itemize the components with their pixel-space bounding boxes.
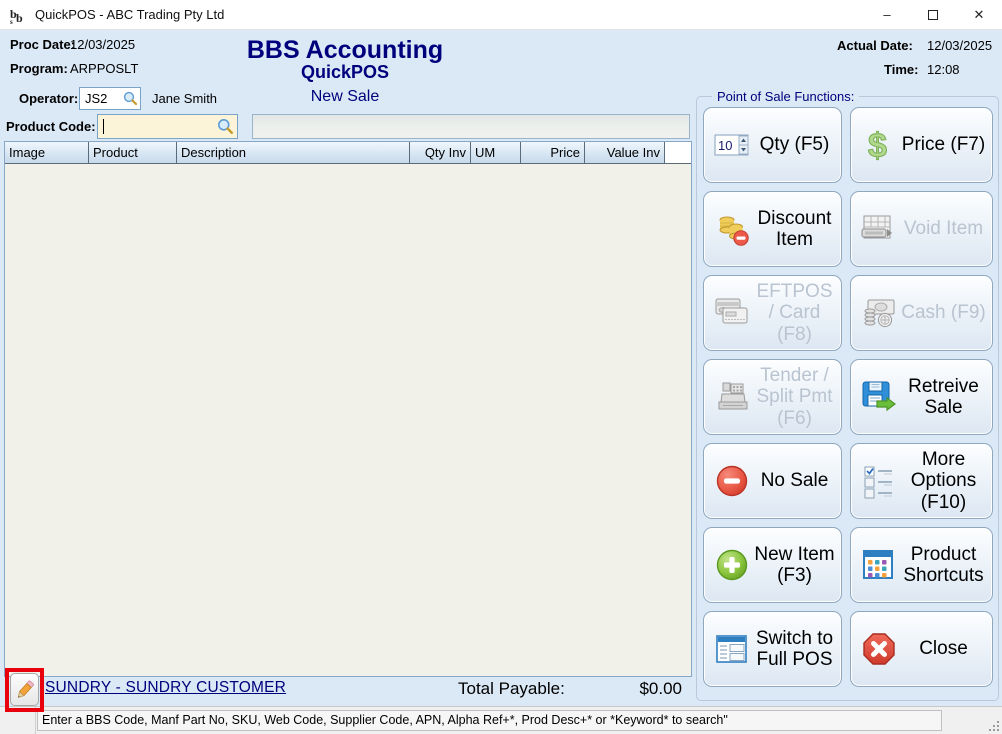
footer-bar: SUNDRY - SUNDRY CUSTOMER Total Payable: … [4, 677, 692, 707]
search-icon[interactable] [217, 118, 234, 135]
column-header-product[interactable]: Product [89, 142, 177, 163]
window-layout-icon [712, 633, 752, 665]
operator-input[interactable]: JS2 [79, 87, 141, 110]
column-header-description[interactable]: Description [177, 142, 410, 163]
maximize-icon [928, 10, 938, 20]
svg-text:b: b [16, 11, 23, 25]
window-titlebar: b b s QuickPOS - ABC Trading Pty Ltd – ✕ [0, 0, 1002, 30]
column-header-filler [665, 142, 691, 163]
product-shortcuts-button[interactable]: Product Shortcuts [850, 527, 993, 603]
status-panel-left [0, 707, 36, 734]
cash-button[interactable]: Cash (F9) [850, 275, 993, 351]
close-button[interactable]: Close [850, 611, 993, 687]
coins-discount-icon [712, 211, 752, 247]
cash-icon [859, 296, 899, 330]
column-header-value-inv[interactable]: Value Inv [585, 142, 665, 163]
status-bar: Enter a BBS Code, Manf Part No, SKU, Web… [0, 706, 1002, 734]
product-code-input[interactable] [97, 114, 238, 139]
svg-text:s: s [10, 18, 13, 25]
void-item-button[interactable]: Void Item [850, 191, 993, 267]
close-window-button[interactable]: ✕ [956, 0, 1002, 29]
switch-full-pos-button[interactable]: Switch to Full POS [703, 611, 842, 687]
card-icon [712, 296, 752, 330]
actual-date-value: 12/03/2025 [927, 38, 992, 53]
register-icon [712, 380, 752, 414]
no-entry-icon [712, 463, 752, 499]
resize-grip-icon[interactable] [987, 719, 999, 731]
eftpos-card-button[interactable]: EFTPOS / Card (F8) [703, 275, 842, 351]
grid-body-empty [5, 164, 691, 676]
time-label: Time: [884, 62, 918, 77]
product-description-field [252, 114, 690, 139]
edit-customer-button[interactable] [10, 673, 39, 706]
quantity-spinner-icon: 10 [712, 132, 752, 158]
qty-button[interactable]: 10 Qty (F5) [703, 107, 842, 183]
column-header-price[interactable]: Price [521, 142, 585, 163]
total-payable-label: Total Payable: [458, 679, 565, 699]
column-header-qty-inv[interactable]: Qty Inv [410, 142, 471, 163]
window-title: QuickPOS - ABC Trading Pty Ltd [35, 7, 224, 22]
pos-functions-title: Point of Sale Functions: [712, 89, 859, 104]
minimize-icon: – [883, 7, 890, 22]
close-icon: ✕ [974, 7, 985, 23]
text-caret [103, 119, 104, 134]
tender-split-button[interactable]: Tender / Split Pmt (F6) [703, 359, 842, 435]
column-header-um[interactable]: UM [471, 142, 521, 163]
price-button[interactable]: $ Price (F7) [850, 107, 993, 183]
void-row-icon [859, 213, 899, 245]
no-sale-button[interactable]: No Sale [703, 443, 842, 519]
search-icon[interactable] [123, 91, 138, 106]
status-message: Enter a BBS Code, Manf Part No, SKU, Web… [37, 710, 942, 731]
column-header-image[interactable]: Image [5, 142, 89, 163]
product-code-label: Product Code: [6, 119, 96, 134]
dollar-icon: $ [859, 126, 899, 164]
svg-text:$: $ [868, 127, 887, 164]
app-logo-icon: b b s [9, 5, 29, 25]
pencil-icon [15, 679, 35, 701]
maximize-button[interactable] [910, 0, 956, 29]
checklist-icon [859, 463, 899, 499]
customer-link[interactable]: SUNDRY - SUNDRY CUSTOMER [45, 679, 286, 697]
sale-items-grid[interactable]: Image Product Description Qty Inv UM Pri… [4, 141, 692, 677]
grid-header-row: Image Product Description Qty Inv UM Pri… [5, 142, 691, 164]
operator-name: Jane Smith [152, 91, 217, 106]
floppy-retrieve-icon [859, 379, 899, 415]
operator-label: Operator: [19, 91, 78, 106]
time-value: 12:08 [927, 62, 960, 77]
operator-code: JS2 [85, 91, 123, 106]
plus-circle-icon [712, 547, 752, 583]
retrieve-sale-button[interactable]: Retreive Sale [850, 359, 993, 435]
close-octagon-icon [859, 631, 899, 667]
app-title: QuickPOS [0, 62, 690, 83]
discount-item-button[interactable]: Discount Item [703, 191, 842, 267]
actual-date-label: Actual Date: [837, 38, 913, 53]
shortcut-grid-icon [859, 548, 899, 582]
more-options-button[interactable]: More Options (F10) [850, 443, 993, 519]
new-item-button[interactable]: New Item (F3) [703, 527, 842, 603]
svg-text:10: 10 [718, 138, 732, 153]
brand-title: BBS Accounting [0, 36, 690, 65]
total-payable-value: $0.00 [580, 679, 682, 699]
minimize-button[interactable]: – [864, 0, 910, 29]
main-area: Proc Date: 12/03/2025 Program: ARPPOSLT … [0, 30, 1002, 734]
